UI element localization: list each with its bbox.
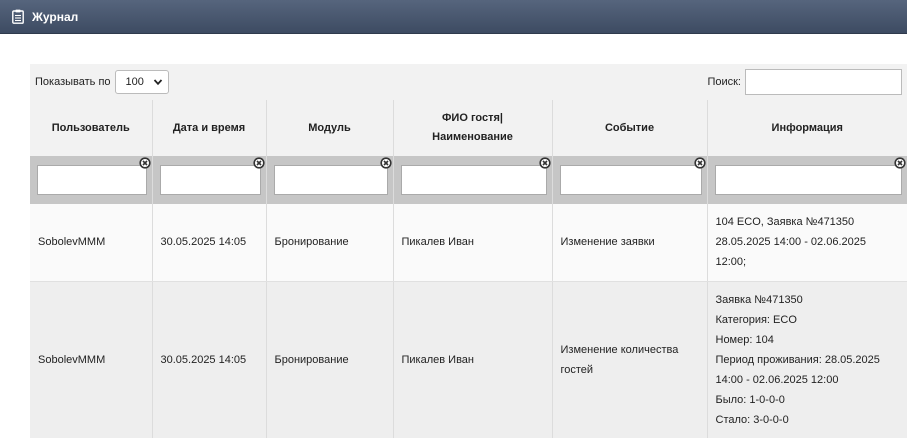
page-length-control: Показывать по 100 [35,70,169,94]
filter-input-guest[interactable] [400,165,547,195]
filter-cell-event [552,156,708,204]
search-input[interactable] [745,69,902,95]
filter-cell-module [266,156,394,204]
clear-filter-icon[interactable] [894,157,906,169]
chevron-down-icon [153,79,162,86]
page-length-label: Показывать по [35,76,111,88]
cell-guest: Пикалев Иван [393,204,553,282]
column-header-info[interactable]: Информация [707,100,907,156]
cell-info: 104 ECO, Заявка №471350 28.05.2025 14:00… [707,204,907,282]
filter-cell-user [30,156,153,204]
table-toolbar: Показывать по 100 Поиск: [30,64,907,100]
table-row[interactable]: SobolevMMM 30.05.2025 14:05 Бронирование… [30,204,907,282]
cell-guest: Пикалев Иван [393,281,553,438]
cell-event: Изменение заявки [552,204,708,282]
filter-row [30,156,907,204]
column-header-user[interactable]: Пользователь [30,100,153,156]
filter-input-module[interactable] [273,165,388,195]
cell-user: SobolevMMM [30,204,153,282]
search-control: Поиск: [707,69,902,95]
table-row[interactable]: SobolevMMM 30.05.2025 14:05 Бронирование… [30,281,907,438]
cell-datetime: 30.05.2025 14:05 [152,281,267,438]
clear-filter-icon[interactable] [538,157,551,169]
info-line: 12:00; [715,256,747,269]
search-label: Поиск: [707,76,741,88]
cell-datetime: 30.05.2025 14:05 [152,204,267,282]
cell-user: SobolevMMM [30,281,153,438]
column-header-module[interactable]: Модуль [266,100,394,156]
info-line: Заявка №471350 [715,293,803,306]
info-line: Было: 1-0-0-0 [715,393,785,406]
filter-input-user[interactable] [37,165,147,195]
filter-input-event[interactable] [559,165,702,195]
table-header-row: Пользователь Дата и время Модуль ФИО гос… [30,100,907,156]
info-line: Период проживания: 28.05.2025 [715,353,880,366]
cell-module: Бронирование [266,204,394,282]
filter-cell-guest [393,156,553,204]
filter-input-info[interactable] [714,165,902,195]
column-header-guest-line1: ФИО гостя| [442,112,503,124]
event-line: гостей [560,363,594,376]
info-line: 28.05.2025 14:00 - 02.06.2025 [715,236,866,249]
info-line: Номер: 104 [715,333,774,346]
clear-filter-icon[interactable] [252,157,265,169]
column-header-datetime[interactable]: Дата и время [152,100,267,156]
filter-cell-info [707,156,907,204]
cell-event: Изменение количества гостей [552,281,708,438]
page-length-select[interactable]: 100 [114,70,169,94]
event-line: Изменение количества [560,343,679,356]
column-header-event[interactable]: Событие [552,100,708,156]
column-header-guest[interactable]: ФИО гостя| Наименование [393,100,553,156]
cell-info: Заявка №471350 Категория: ECO Номер: 104… [707,281,907,438]
info-line: Стало: 3-0-0-0 [715,413,789,426]
filter-input-datetime[interactable] [159,165,261,195]
clipboard-icon [12,9,24,24]
clear-filter-icon[interactable] [138,157,151,169]
page-title: Журнал [32,9,79,24]
journal-table: Пользователь Дата и время Модуль ФИО гос… [30,100,907,438]
page-length-value: 100 [125,76,144,88]
clear-filter-icon[interactable] [379,157,392,169]
info-line: 14:00 - 02.06.2025 12:00 [715,373,839,386]
clear-filter-icon[interactable] [693,157,706,169]
cell-module: Бронирование [266,281,394,438]
filter-cell-datetime [152,156,267,204]
info-line: 104 ECO, Заявка №471350 [715,216,855,229]
title-bar: Журнал [0,0,907,34]
column-header-guest-line2: Наименование [432,131,513,143]
info-line: Категория: ECO [715,313,797,326]
